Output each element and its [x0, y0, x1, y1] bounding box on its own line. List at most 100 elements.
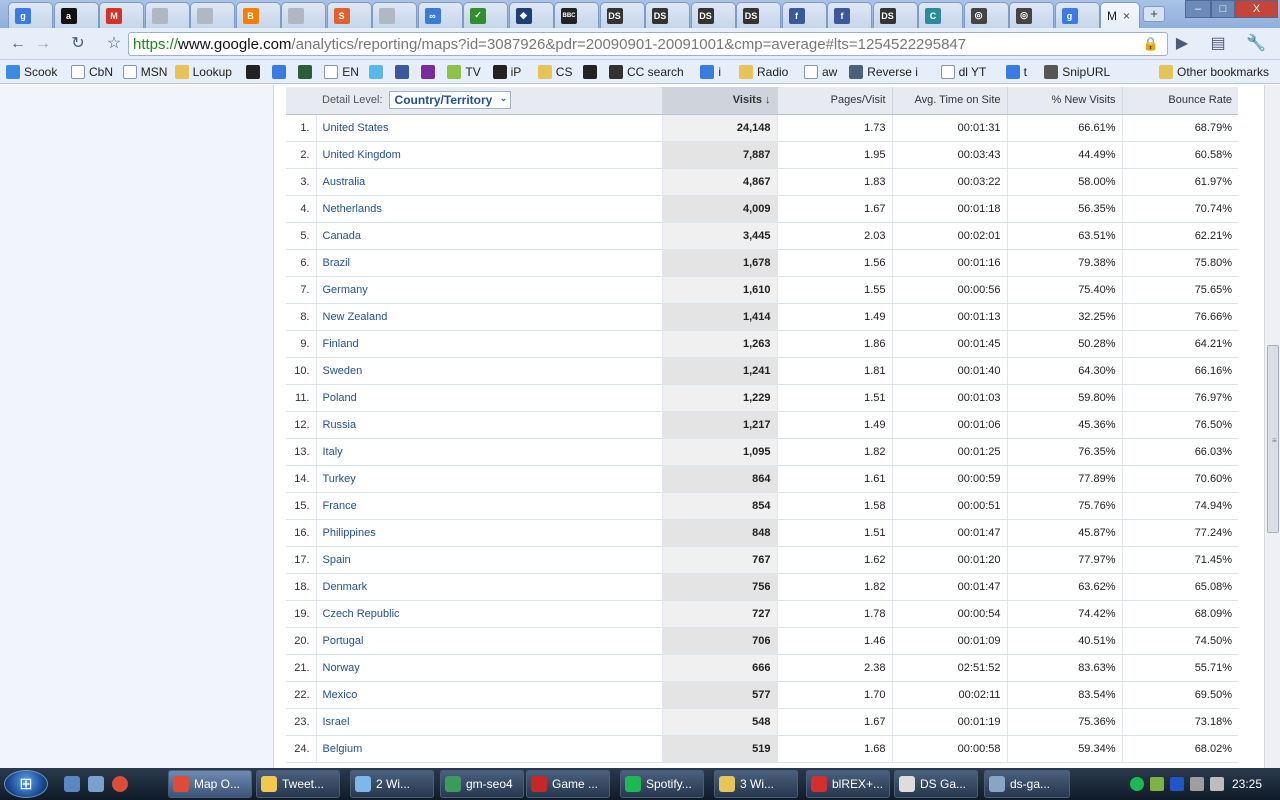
- bookmark-item[interactable]: [246, 63, 264, 81]
- country-link[interactable]: Israel: [323, 716, 350, 728]
- bookmark-item[interactable]: [298, 63, 316, 81]
- country-link[interactable]: Netherlands: [323, 203, 382, 215]
- browser-tab[interactable]: ◎: [963, 2, 1009, 28]
- browser-tab[interactable]: [144, 2, 190, 28]
- address-bar[interactable]: https://www.google.com/analytics/reporti…: [128, 32, 1168, 56]
- new-tab-button[interactable]: +: [1143, 6, 1165, 22]
- explorer-icon[interactable]: [88, 776, 104, 792]
- country-link[interactable]: Philippines: [323, 527, 376, 539]
- bookmark-item[interactable]: [583, 63, 601, 81]
- browser-tab[interactable]: f: [827, 2, 872, 28]
- minimize-button[interactable]: –: [1185, 0, 1211, 18]
- taskbar-button[interactable]: 2 Wi...: [350, 770, 434, 798]
- clock[interactable]: 23:25: [1232, 777, 1262, 791]
- close-tab-icon[interactable]: ×: [1123, 9, 1130, 23]
- p-app-icon[interactable]: [1169, 777, 1184, 791]
- active-browser-tab[interactable]: M ×: [1100, 2, 1140, 28]
- bookmark-item[interactable]: Scook: [6, 63, 57, 81]
- taskbar-button[interactable]: DS Ga...: [894, 770, 978, 798]
- browser-tab[interactable]: C: [918, 2, 963, 28]
- country-link[interactable]: Turkey: [323, 473, 356, 485]
- show-desktop-icon[interactable]: [64, 776, 80, 792]
- start-button[interactable]: ⊞: [4, 770, 48, 798]
- back-arrow-icon[interactable]: ←: [8, 34, 28, 54]
- bookmark-item[interactable]: Lookup: [174, 63, 232, 81]
- country-link[interactable]: Norway: [323, 662, 360, 674]
- bookmark-item[interactable]: CC search: [609, 63, 684, 81]
- browser-tab[interactable]: DS: [599, 2, 645, 28]
- taskbar-button[interactable]: ds-ga...: [984, 770, 1070, 798]
- country-link[interactable]: Germany: [323, 284, 368, 296]
- browser-tab[interactable]: S: [326, 2, 372, 28]
- reload-icon[interactable]: ↻: [68, 34, 88, 54]
- country-link[interactable]: Portugal: [323, 635, 364, 647]
- browser-tab[interactable]: [281, 2, 326, 28]
- browser-tab[interactable]: DS: [645, 2, 690, 28]
- country-link[interactable]: Belgium: [323, 743, 363, 755]
- taskbar-button[interactable]: blREX+...: [806, 770, 890, 798]
- chrome-icon[interactable]: [112, 776, 128, 792]
- browser-tab[interactable]: M: [99, 2, 144, 28]
- country-link[interactable]: Mexico: [323, 689, 358, 701]
- detail-level-select[interactable]: Country/Territory ⌄: [388, 91, 512, 110]
- country-link[interactable]: Canada: [323, 230, 362, 242]
- bookmark-item[interactable]: Radio: [739, 63, 788, 81]
- taskbar-button[interactable]: gm-seo4: [440, 770, 524, 798]
- country-link[interactable]: Italy: [323, 446, 343, 458]
- country-link[interactable]: France: [323, 500, 357, 512]
- network-icon[interactable]: [1149, 777, 1164, 791]
- bookmark-item[interactable]: CS: [537, 63, 572, 81]
- country-link[interactable]: United Kingdom: [323, 149, 401, 161]
- taskbar-button[interactable]: Tweet...: [256, 770, 340, 798]
- star-icon[interactable]: ☆: [104, 34, 124, 54]
- country-link[interactable]: Finland: [323, 338, 359, 350]
- browser-tab[interactable]: ◎: [1009, 2, 1054, 28]
- volume-icon[interactable]: [1209, 777, 1224, 791]
- browser-tab[interactable]: [372, 2, 417, 28]
- browser-tab[interactable]: g: [8, 2, 53, 28]
- device-icon[interactable]: [1189, 777, 1204, 791]
- bookmark-item[interactable]: Reverse i: [849, 63, 918, 81]
- taskbar-button[interactable]: 3 Wi...: [714, 770, 798, 798]
- country-link[interactable]: Sweden: [323, 365, 363, 377]
- bookmark-item[interactable]: EN: [324, 63, 359, 81]
- wrench-icon[interactable]: 🔧: [1242, 34, 1270, 54]
- bookmark-item[interactable]: aw: [804, 63, 837, 81]
- taskbar-button[interactable]: Game ...: [526, 770, 610, 798]
- bookmark-item[interactable]: CbN: [71, 63, 113, 81]
- country-link[interactable]: United States: [323, 122, 389, 134]
- country-link[interactable]: Russia: [323, 419, 357, 431]
- bounce-rate-column-header[interactable]: Bounce Rate: [1122, 87, 1238, 115]
- forward-arrow-icon[interactable]: →: [33, 34, 53, 54]
- taskbar-button[interactable]: Map O...: [168, 770, 252, 798]
- browser-tab[interactable]: DS: [872, 2, 918, 28]
- scrollbar-thumb[interactable]: ≡: [1267, 345, 1279, 533]
- bookmark-item[interactable]: dl YT: [940, 63, 986, 81]
- bookmark-item[interactable]: MSN: [122, 63, 167, 81]
- country-link[interactable]: Australia: [323, 176, 366, 188]
- other-bookmarks[interactable]: Other bookmarks: [1159, 63, 1269, 81]
- bookmark-item[interactable]: [395, 63, 413, 81]
- bookmark-item[interactable]: TV: [447, 63, 481, 81]
- close-window-button[interactable]: X: [1235, 0, 1278, 18]
- browser-tab[interactable]: a: [53, 2, 99, 28]
- browser-tab[interactable]: [190, 2, 235, 28]
- country-link[interactable]: Brazil: [323, 257, 351, 269]
- bookmark-item[interactable]: [369, 63, 387, 81]
- browser-tab[interactable]: B: [235, 2, 281, 28]
- country-link[interactable]: Spain: [323, 554, 351, 566]
- maximize-button[interactable]: □: [1211, 0, 1235, 18]
- browser-tab[interactable]: g: [1054, 2, 1100, 28]
- browser-tab[interactable]: ∞: [417, 2, 463, 28]
- country-link[interactable]: Poland: [323, 392, 357, 404]
- country-link[interactable]: New Zealand: [323, 311, 388, 323]
- play-icon[interactable]: ▶: [1172, 34, 1192, 54]
- browser-tab[interactable]: ✓: [463, 2, 508, 28]
- bookmark-item[interactable]: [272, 63, 290, 81]
- new-visits-column-header[interactable]: % New Visits: [1007, 87, 1123, 115]
- browser-tab[interactable]: BBC: [554, 2, 599, 28]
- browser-tab[interactable]: ◆: [508, 2, 554, 28]
- browser-tab[interactable]: f: [781, 2, 827, 28]
- browser-tab[interactable]: DS: [690, 2, 736, 28]
- bookmark-item[interactable]: [421, 63, 439, 81]
